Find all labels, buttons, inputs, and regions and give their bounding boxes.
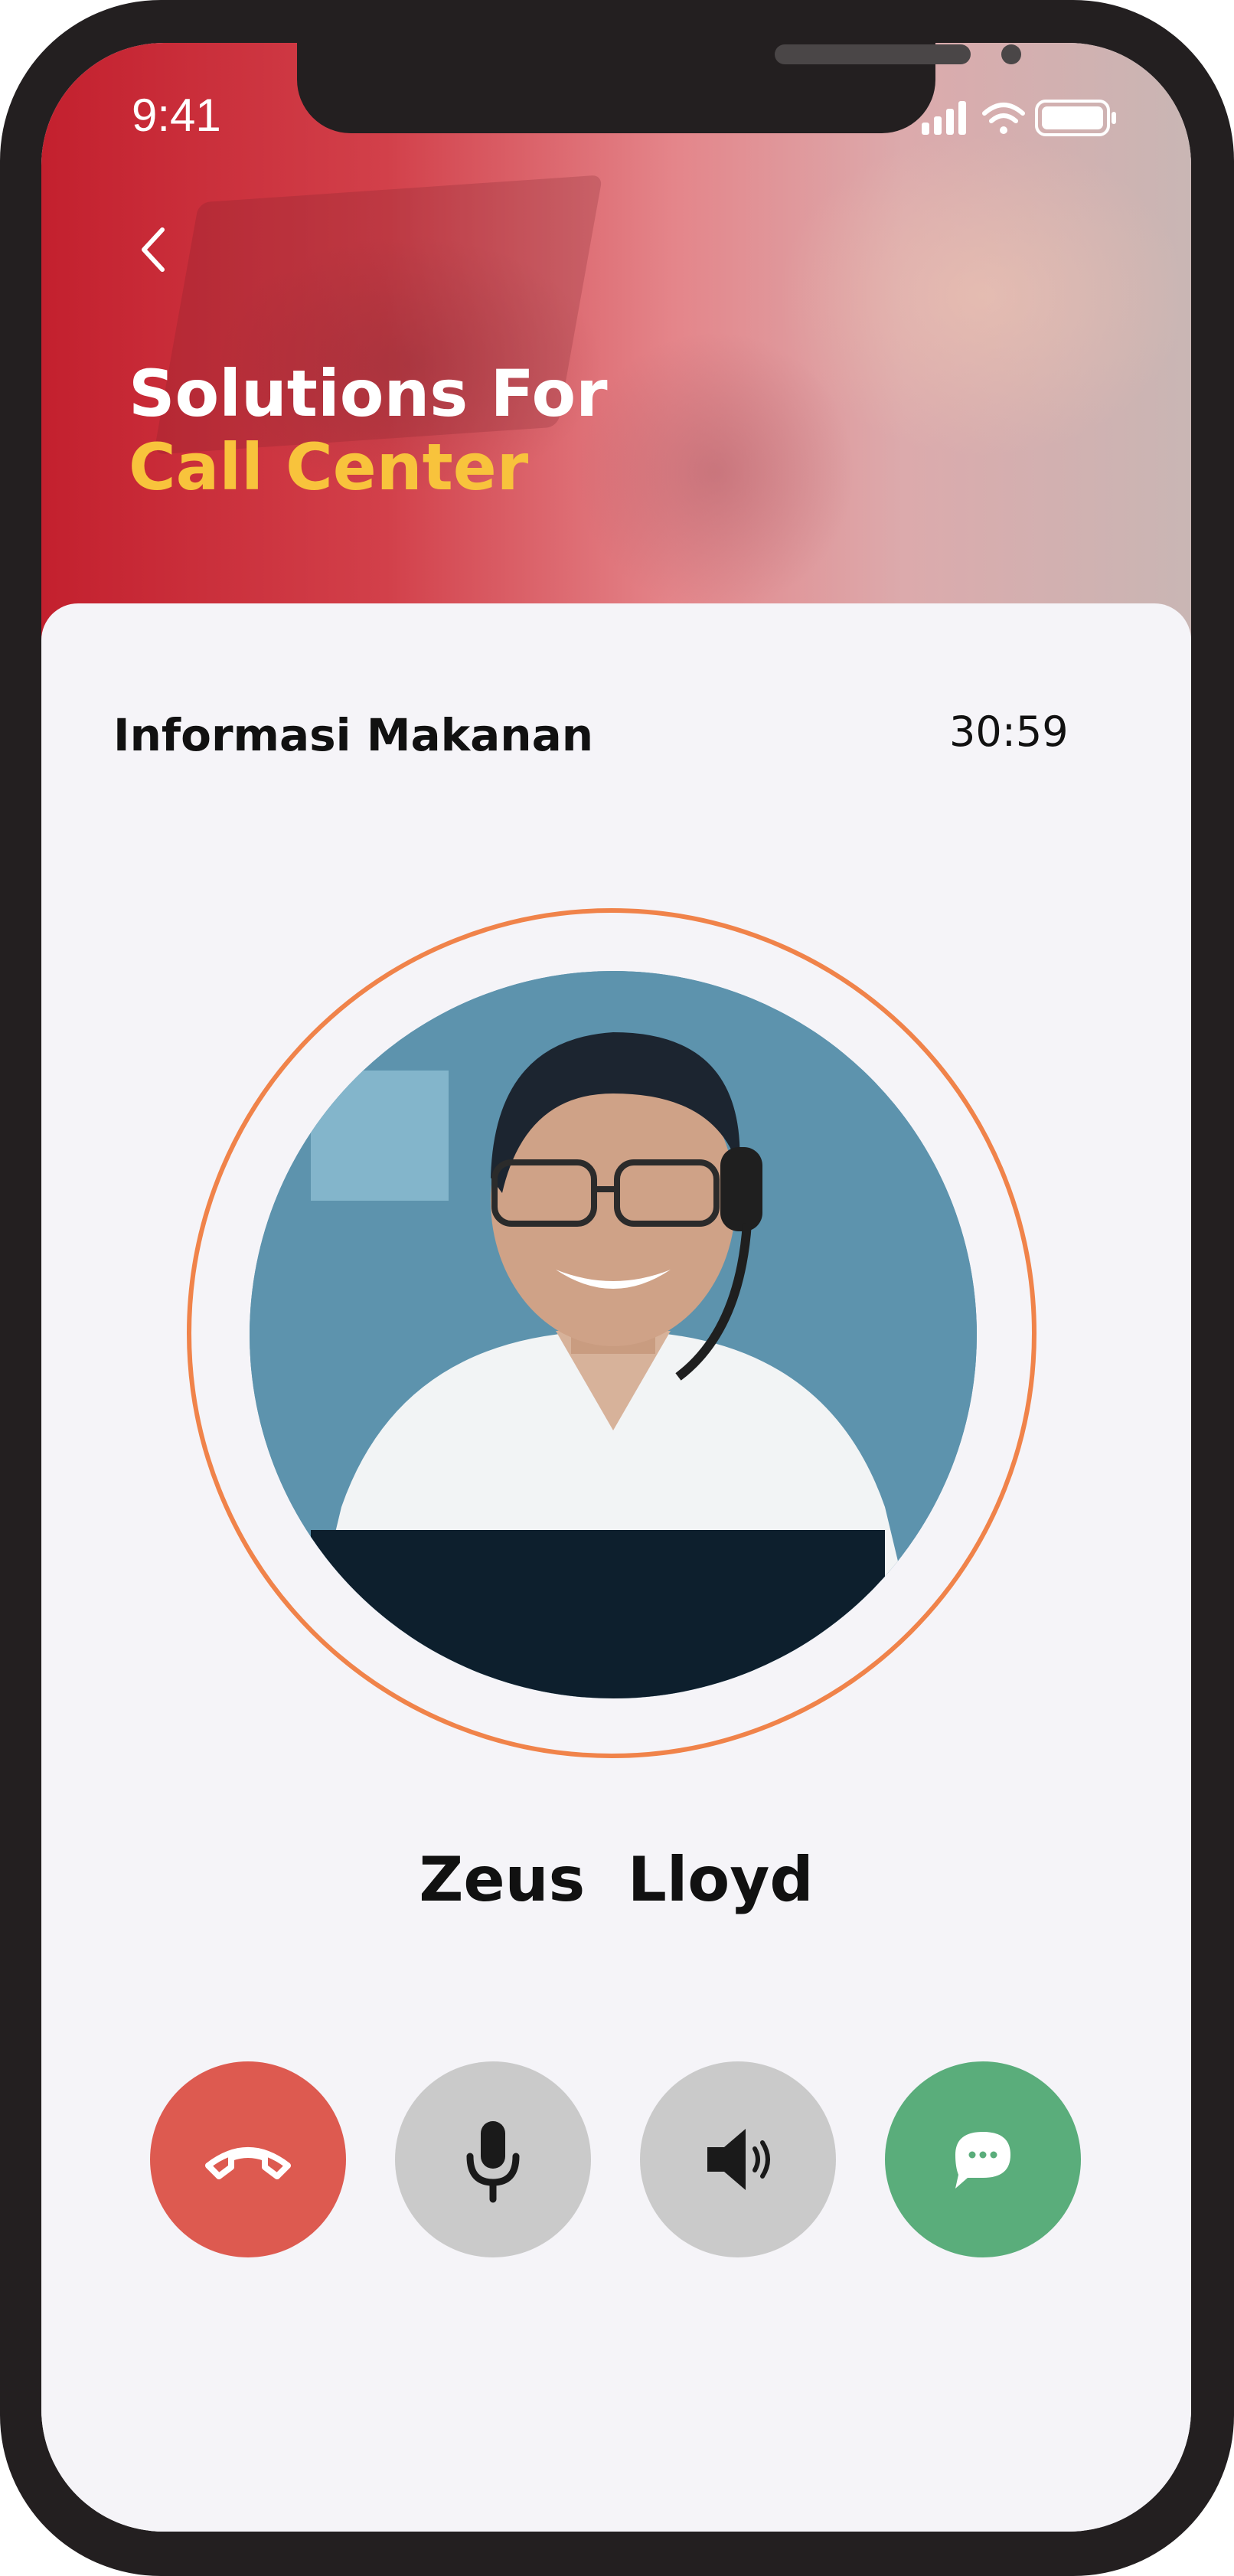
status-icons	[922, 100, 1116, 136]
back-button[interactable]	[126, 219, 187, 280]
device-notch	[297, 43, 1021, 133]
phone-frame: 9:41 Solutions For Call Center Informasi…	[0, 0, 1234, 2576]
call-timer: 30:59	[949, 708, 1069, 756]
chat-bubble-icon	[955, 2132, 1010, 2189]
wifi-icon	[982, 103, 1025, 134]
speaker-button[interactable]	[640, 2061, 836, 2257]
caller-avatar	[250, 971, 977, 1698]
caller-name: Zeus Lloyd	[419, 1844, 814, 1915]
chevron-left-icon	[142, 227, 165, 272]
hero-title-line2: Call Center	[129, 430, 529, 505]
end-call-button[interactable]	[150, 2061, 346, 2257]
chat-button[interactable]	[885, 2061, 1081, 2257]
phone-hangup-icon	[205, 2147, 291, 2179]
signal-icon	[922, 101, 966, 135]
hero-title: Solutions For Call Center	[129, 357, 608, 504]
front-camera	[1001, 44, 1021, 64]
call-controls	[41, 2061, 1191, 2261]
microphone-icon	[466, 2121, 520, 2203]
battery-icon	[1035, 100, 1116, 136]
caller-photo	[250, 971, 977, 1698]
speaker-icon	[707, 2129, 770, 2190]
hero-title-line1: Solutions For	[129, 356, 608, 431]
call-topic: Informasi Makanan	[113, 709, 594, 761]
status-time: 9:41	[132, 90, 221, 141]
earpiece-speaker	[775, 44, 971, 64]
mute-button[interactable]	[395, 2061, 591, 2257]
screen: 9:41 Solutions For Call Center Informasi…	[41, 43, 1191, 2532]
